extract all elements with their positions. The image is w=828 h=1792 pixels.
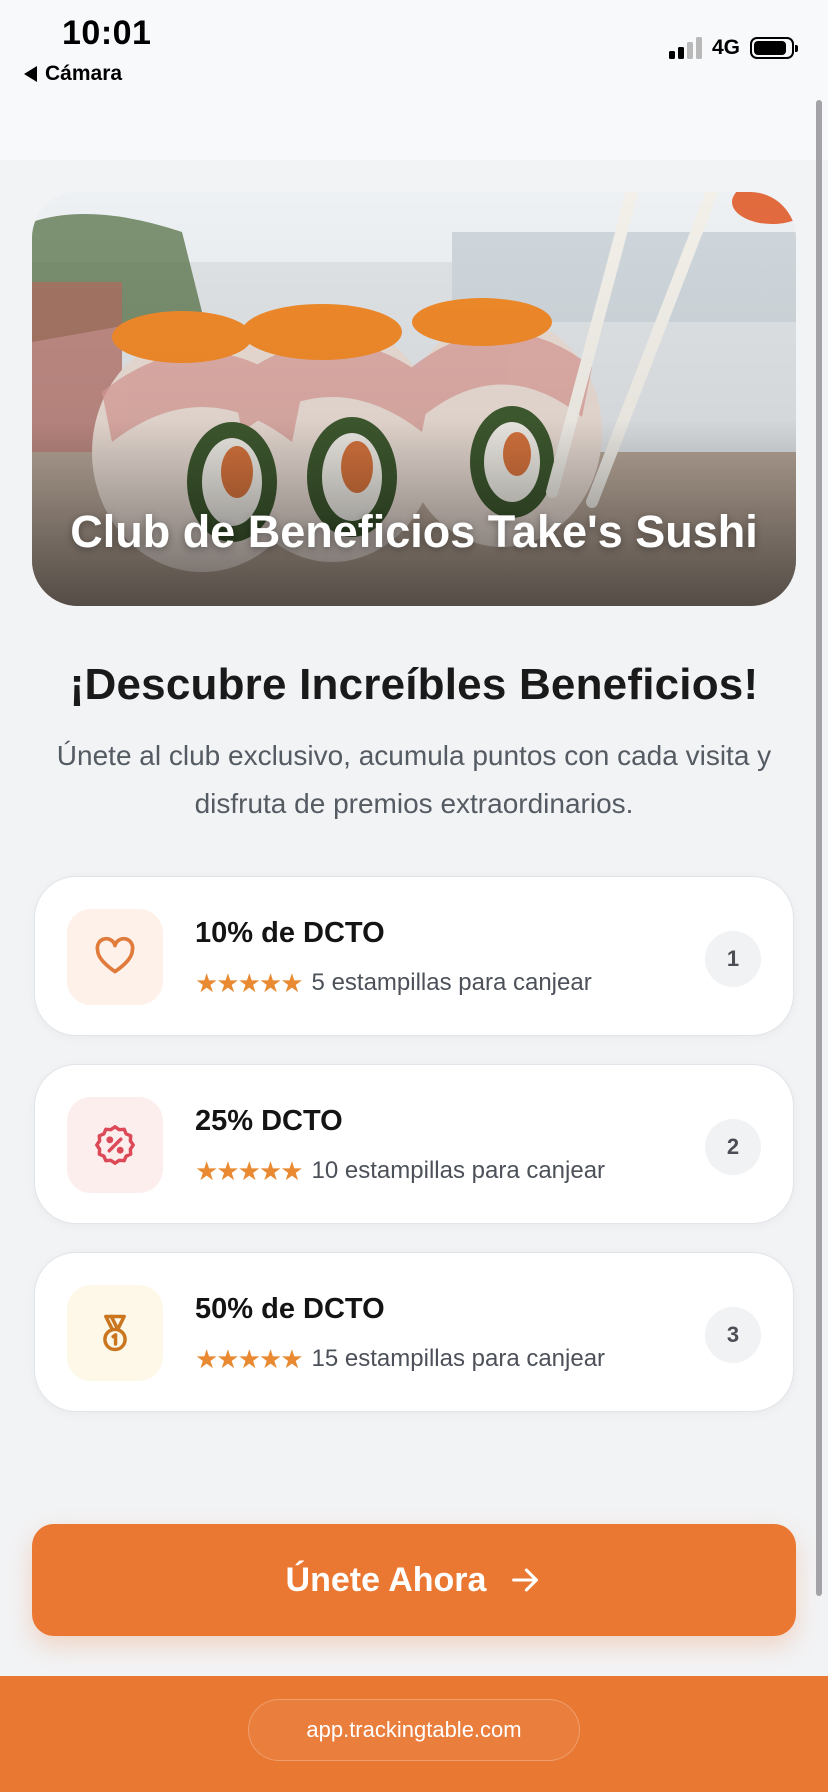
benefit-title: 10% de DCTO (195, 917, 385, 949)
benefit-title: 50% de DCTO (195, 1293, 385, 1325)
benefit-subtitle-row: ★★★★★ 15 estampillas para canjear (195, 1345, 605, 1373)
page-headline: ¡Descubre Increíbles Beneficios! (69, 660, 759, 709)
back-caret-icon (24, 66, 37, 82)
browser-bottom-bar: app.trackingtable.com (0, 1676, 828, 1792)
benefit-subtitle: 10 estampillas para canjear (311, 1157, 606, 1184)
signal-strength-icon (668, 37, 702, 59)
stars-icon: ★★★★★ (195, 1344, 304, 1374)
scrollbar[interactable] (816, 100, 822, 1596)
heart-icon (67, 909, 163, 1005)
stars-icon: ★★★★★ (195, 1156, 304, 1186)
benefit-subtitle-row: ★★★★★ 5 estampillas para canjear (195, 969, 592, 997)
status-bar: 10:01 Cámara 4G (0, 0, 828, 96)
back-to-camera-link[interactable]: Cámara (24, 62, 122, 86)
benefit-card-2[interactable]: 25% DCTO ★★★★★ 10 estampillas para canje… (34, 1064, 794, 1224)
battery-icon (750, 37, 798, 59)
benefit-title: 25% DCTO (195, 1105, 343, 1137)
status-indicators: 4G (668, 36, 798, 60)
stars-icon: ★★★★★ (195, 968, 304, 998)
status-time: 10:01 (62, 14, 152, 52)
network-type: 4G (711, 36, 740, 59)
benefit-number: 1 (705, 931, 761, 987)
benefit-card-3[interactable]: 50% de DCTO ★★★★★ 15 estampillas para ca… (34, 1252, 794, 1412)
benefit-number: 3 (705, 1307, 761, 1363)
benefit-card-1[interactable]: 10% de DCTO ★★★★★ 5 estampillas para can… (34, 876, 794, 1036)
url-bar[interactable]: app.trackingtable.com (248, 1699, 580, 1761)
back-link-label: Cámara (45, 62, 123, 85)
medal-icon (67, 1285, 163, 1381)
join-now-label: Únete Ahora (285, 1560, 487, 1599)
discount-badge-icon (67, 1097, 163, 1193)
join-now-button[interactable]: Únete Ahora (32, 1524, 796, 1636)
benefit-subtitle-row: ★★★★★ 10 estampillas para canjear (195, 1157, 605, 1185)
benefit-subtitle: 15 estampillas para canjear (311, 1345, 606, 1372)
hero-title: Club de Beneficios Take's Sushi (70, 506, 758, 557)
arrow-right-icon (512, 1568, 539, 1592)
benefit-subtitle: 5 estampillas para canjear (311, 969, 592, 996)
top-band (0, 96, 828, 160)
page-subtext: Únete al club exclusivo, acumula puntos … (56, 740, 772, 819)
benefit-number: 2 (705, 1119, 761, 1175)
